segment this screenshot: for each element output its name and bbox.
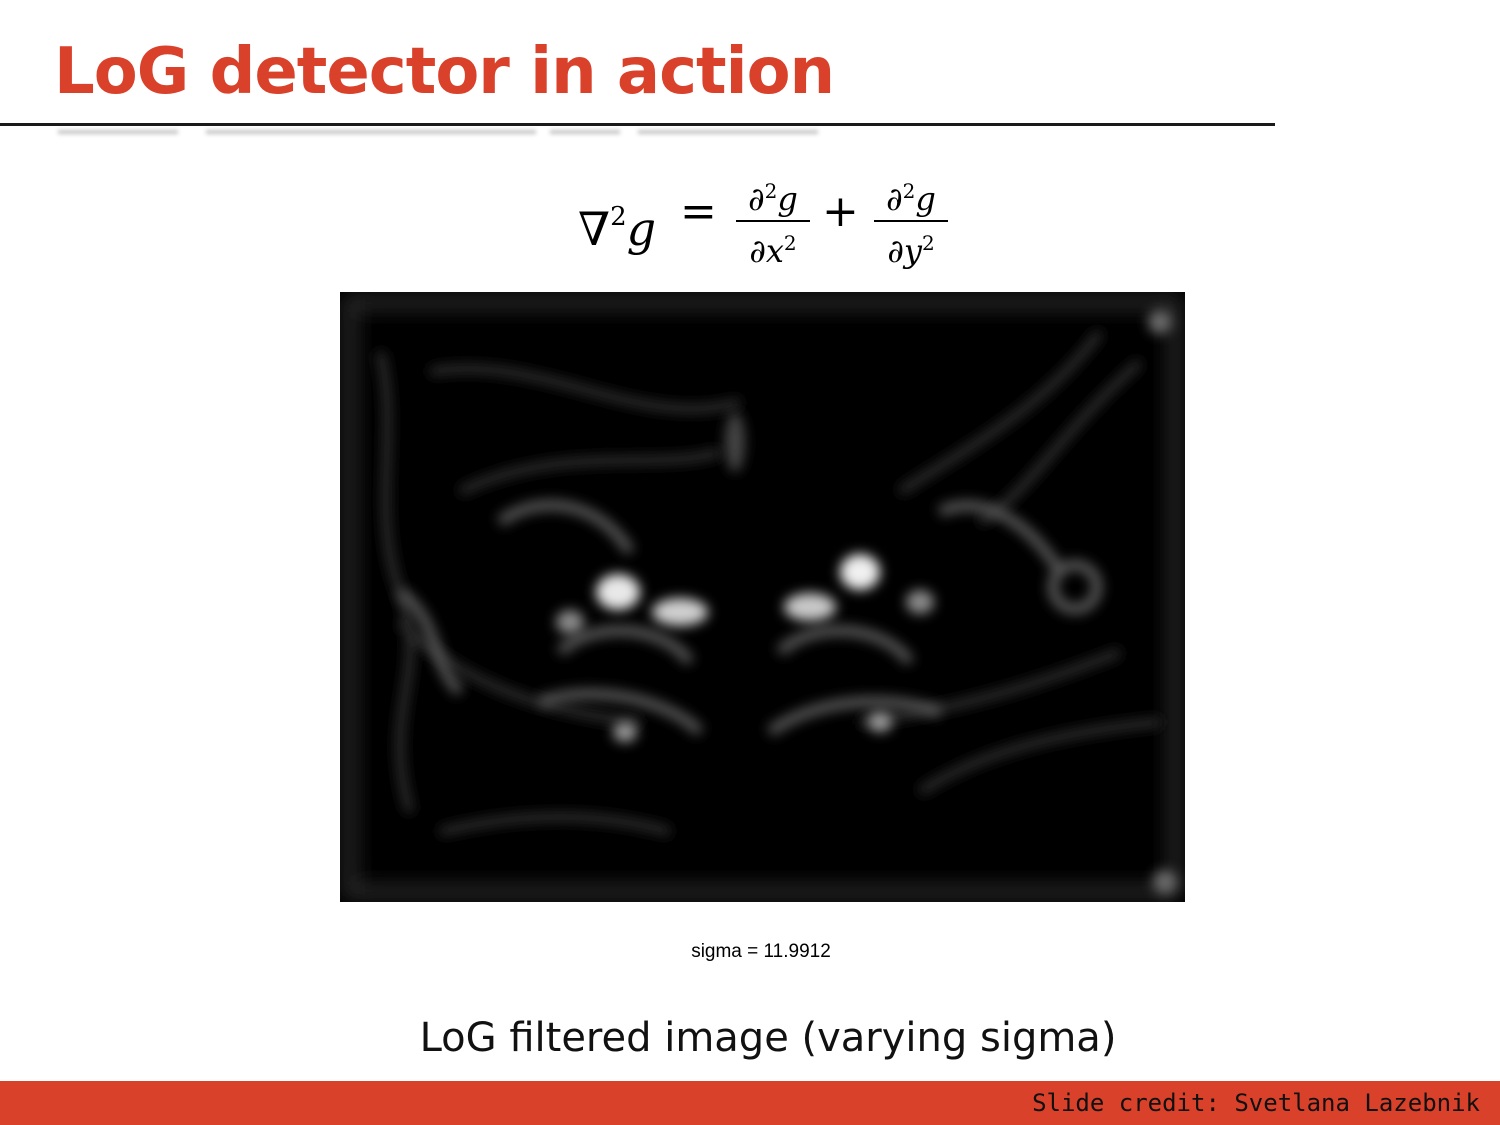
title-divider: [0, 123, 1275, 126]
formula-plus: +: [822, 186, 859, 237]
formula-lhs: ∇2g: [578, 202, 657, 256]
blurred-subtitle-artifact: [58, 130, 818, 134]
formula-term-y: ∂2g ∂y2: [874, 172, 948, 270]
formula-term-x: ∂2g ∂x2: [736, 172, 810, 270]
laplacian-formula: ∇2g = ∂2g ∂x2 + ∂2g ∂y2: [578, 172, 958, 270]
footer-bar: Slide credit: Svetlana Lazebnik: [0, 1081, 1500, 1125]
log-filtered-image: [340, 292, 1185, 902]
slide-title: LoG detector in action: [54, 35, 835, 109]
formula-equals: =: [680, 186, 717, 237]
sigma-label: sigma = 11.9912: [691, 941, 831, 962]
log-response-image: [340, 292, 1185, 902]
image-caption: LoG filtered image (varying sigma): [419, 1015, 1117, 1061]
slide-credit: Slide credit: Svetlana Lazebnik: [1032, 1089, 1480, 1117]
